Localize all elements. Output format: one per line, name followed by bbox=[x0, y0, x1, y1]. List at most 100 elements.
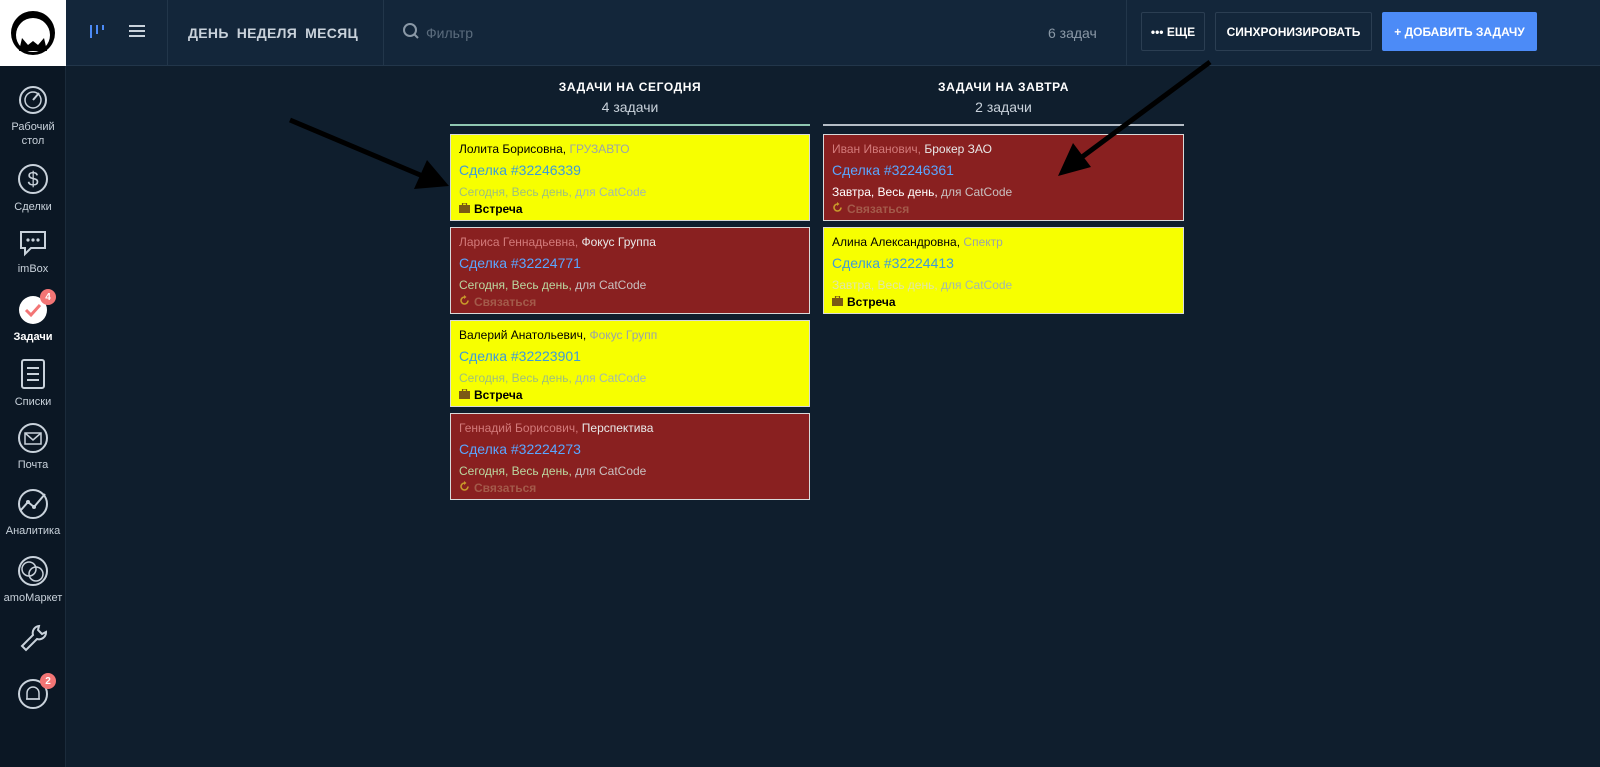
sidebar-item-label: Рабочий стол bbox=[11, 121, 55, 147]
top-bar: ДЕНЬ НЕДЕЛЯ МЕСЯЦ 6 задач ••• ЕЩЕ СИНХРО… bbox=[66, 0, 1600, 66]
contact-name[interactable]: Алина Александровна, bbox=[832, 235, 960, 249]
refresh-icon bbox=[459, 481, 470, 495]
sidebar-item-analytics[interactable]: Аналитика bbox=[0, 487, 66, 538]
period-day[interactable]: ДЕНЬ bbox=[188, 25, 229, 41]
sidebar-item-notifications[interactable]: 2 bbox=[0, 673, 66, 711]
list-view-icon[interactable] bbox=[128, 22, 146, 45]
task-type: Встреча bbox=[459, 388, 801, 402]
contact-name[interactable]: Лариса Геннадьевна, bbox=[459, 235, 578, 249]
contact-name[interactable]: Лолита Борисовна, bbox=[459, 142, 566, 156]
sidebar-item-label: Аналитика bbox=[5, 525, 61, 537]
sidebar-item-deals[interactable]: $ Сделки bbox=[0, 159, 66, 214]
notifications-badge: 2 bbox=[40, 673, 56, 689]
filter-input[interactable] bbox=[426, 25, 726, 41]
column-header: ЗАДАЧИ НА ЗАВТРА 2 задачи bbox=[823, 66, 1184, 115]
task-card[interactable]: Алина Александровна, Спектр Сделка #3222… bbox=[823, 227, 1184, 314]
sync-button[interactable]: СИНХРОНИЗИРОВАТЬ bbox=[1215, 12, 1372, 51]
deal-link[interactable]: Сделка #32223901 bbox=[459, 346, 801, 366]
task-meta: Сегодня, Весь день, для CatCode bbox=[459, 185, 647, 199]
period-month[interactable]: МЕСЯЦ bbox=[305, 25, 358, 41]
sidebar-item-dashboard[interactable]: Рабочий стол bbox=[0, 83, 66, 148]
sidebar-item-label: amoМаркет bbox=[3, 592, 63, 604]
sidebar-item-mail[interactable]: Почта bbox=[0, 421, 66, 472]
card-contact: Иван Иванович, Брокер ЗАО bbox=[832, 142, 1175, 156]
analytics-icon bbox=[16, 487, 50, 521]
sidebar-item-label: Почта bbox=[17, 459, 49, 471]
sidebar-item-label: Задачи bbox=[13, 331, 53, 343]
task-meta: Сегодня, Весь день, для CatCode bbox=[459, 464, 647, 478]
company-name[interactable]: Фокус Групп bbox=[586, 328, 658, 342]
sidebar-item-label: imBox bbox=[17, 263, 49, 275]
contact-name[interactable]: Геннадий Борисович, bbox=[459, 421, 578, 435]
column-divider bbox=[823, 124, 1184, 126]
task-type: Связаться bbox=[459, 295, 801, 309]
arrow-to-today-deal bbox=[289, 117, 449, 189]
sidebar-item-market[interactable]: amoМаркет bbox=[0, 554, 66, 605]
sidebar-item-tasks[interactable]: 4 Задачи bbox=[0, 289, 66, 344]
column-tomorrow: ЗАДАЧИ НА ЗАВТРА 2 задачи Иван Иванович,… bbox=[823, 66, 1184, 314]
company-name[interactable]: Брокер ЗАО bbox=[921, 142, 992, 156]
chat-icon bbox=[16, 225, 50, 259]
card-contact: Лолита Борисовна, ГРУЗАВТО bbox=[459, 142, 801, 156]
briefcase-icon bbox=[459, 388, 470, 402]
task-meta: Завтра, Весь день, для CatCode bbox=[832, 185, 1013, 199]
deal-link[interactable]: Сделка #32246339 bbox=[459, 160, 801, 180]
task-type: Встреча bbox=[459, 202, 801, 216]
filter bbox=[402, 0, 726, 66]
sidebar-item-label: Сделки bbox=[14, 201, 52, 213]
company-name[interactable]: Перспектива bbox=[578, 421, 654, 435]
contact-name[interactable]: Валерий Анатольевич, bbox=[459, 328, 586, 342]
task-type: Связаться bbox=[459, 481, 801, 495]
briefcase-icon bbox=[832, 295, 843, 309]
task-card[interactable]: Валерий Анатольевич, Фокус Групп Сделка … bbox=[450, 320, 810, 407]
sidebar-item-imbox[interactable]: imBox bbox=[0, 225, 66, 276]
dashboard-icon bbox=[16, 83, 50, 117]
task-card[interactable]: Геннадий Борисович, Перспектива Сделка #… bbox=[450, 413, 810, 500]
market-icon bbox=[16, 554, 50, 588]
deal-link[interactable]: Сделка #32224273 bbox=[459, 439, 801, 459]
task-meta: Сегодня, Весь день, для CatCode bbox=[459, 278, 647, 292]
task-type: Связаться bbox=[832, 202, 1175, 216]
search-icon bbox=[402, 22, 420, 45]
task-meta: Сегодня, Весь день, для CatCode bbox=[459, 371, 647, 385]
topbar-divider bbox=[1126, 0, 1127, 66]
task-card[interactable]: Лариса Геннадьевна, Фокус Группа Сделка … bbox=[450, 227, 810, 314]
period-week[interactable]: НЕДЕЛЯ bbox=[237, 25, 297, 41]
mail-icon bbox=[16, 421, 50, 455]
sidebar-item-label: Списки bbox=[14, 396, 52, 408]
task-card[interactable]: Лолита Борисовна, ГРУЗАВТО Сделка #32246… bbox=[450, 134, 810, 221]
refresh-icon bbox=[832, 202, 843, 216]
company-name[interactable]: Спектр bbox=[960, 235, 1002, 249]
add-task-button[interactable]: + ДОБАВИТЬ ЗАДАЧУ bbox=[1382, 12, 1537, 51]
card-contact: Алина Александровна, Спектр bbox=[832, 235, 1175, 249]
task-type: Встреча bbox=[832, 295, 1175, 309]
briefcase-icon bbox=[459, 202, 470, 216]
more-button[interactable]: ••• ЕЩЕ bbox=[1141, 12, 1205, 51]
task-card[interactable]: Иван Иванович, Брокер ЗАО Сделка #322463… bbox=[823, 134, 1184, 221]
column-today: ЗАДАЧИ НА СЕГОДНЯ 4 задачи Лолита Борисо… bbox=[450, 66, 810, 500]
company-name[interactable]: Фокус Группа bbox=[578, 235, 656, 249]
column-header: ЗАДАЧИ НА СЕГОДНЯ 4 задачи bbox=[450, 66, 810, 115]
task-meta: Завтра, Весь день, для CatCode bbox=[832, 278, 1013, 292]
column-title: ЗАДАЧИ НА ЗАВТРА bbox=[938, 80, 1069, 94]
cat-logo-icon bbox=[11, 11, 55, 55]
period-switcher: ДЕНЬ НЕДЕЛЯ МЕСЯЦ bbox=[168, 0, 384, 66]
app-logo[interactable] bbox=[0, 0, 66, 66]
deal-link[interactable]: Сделка #32224771 bbox=[459, 253, 801, 273]
dollar-icon: $ bbox=[16, 159, 50, 197]
card-contact: Геннадий Борисович, Перспектива bbox=[459, 421, 801, 435]
sidebar-item-lists[interactable]: Списки bbox=[0, 356, 66, 409]
sidebar-item-settings[interactable] bbox=[0, 621, 66, 655]
deal-link[interactable]: Сделка #32246361 bbox=[832, 160, 1175, 180]
column-count: 4 задачи bbox=[601, 99, 659, 115]
contact-name[interactable]: Иван Иванович, bbox=[832, 142, 921, 156]
task-count: 6 задач bbox=[1048, 25, 1097, 41]
list-icon bbox=[16, 356, 50, 392]
company-name[interactable]: ГРУЗАВТО bbox=[566, 142, 629, 156]
svg-text:$: $ bbox=[27, 169, 38, 191]
deal-link[interactable]: Сделка #32224413 bbox=[832, 253, 1175, 273]
view-toggle bbox=[66, 0, 168, 66]
wrench-icon bbox=[16, 621, 50, 655]
refresh-icon bbox=[459, 295, 470, 309]
board-view-icon[interactable] bbox=[88, 22, 106, 45]
